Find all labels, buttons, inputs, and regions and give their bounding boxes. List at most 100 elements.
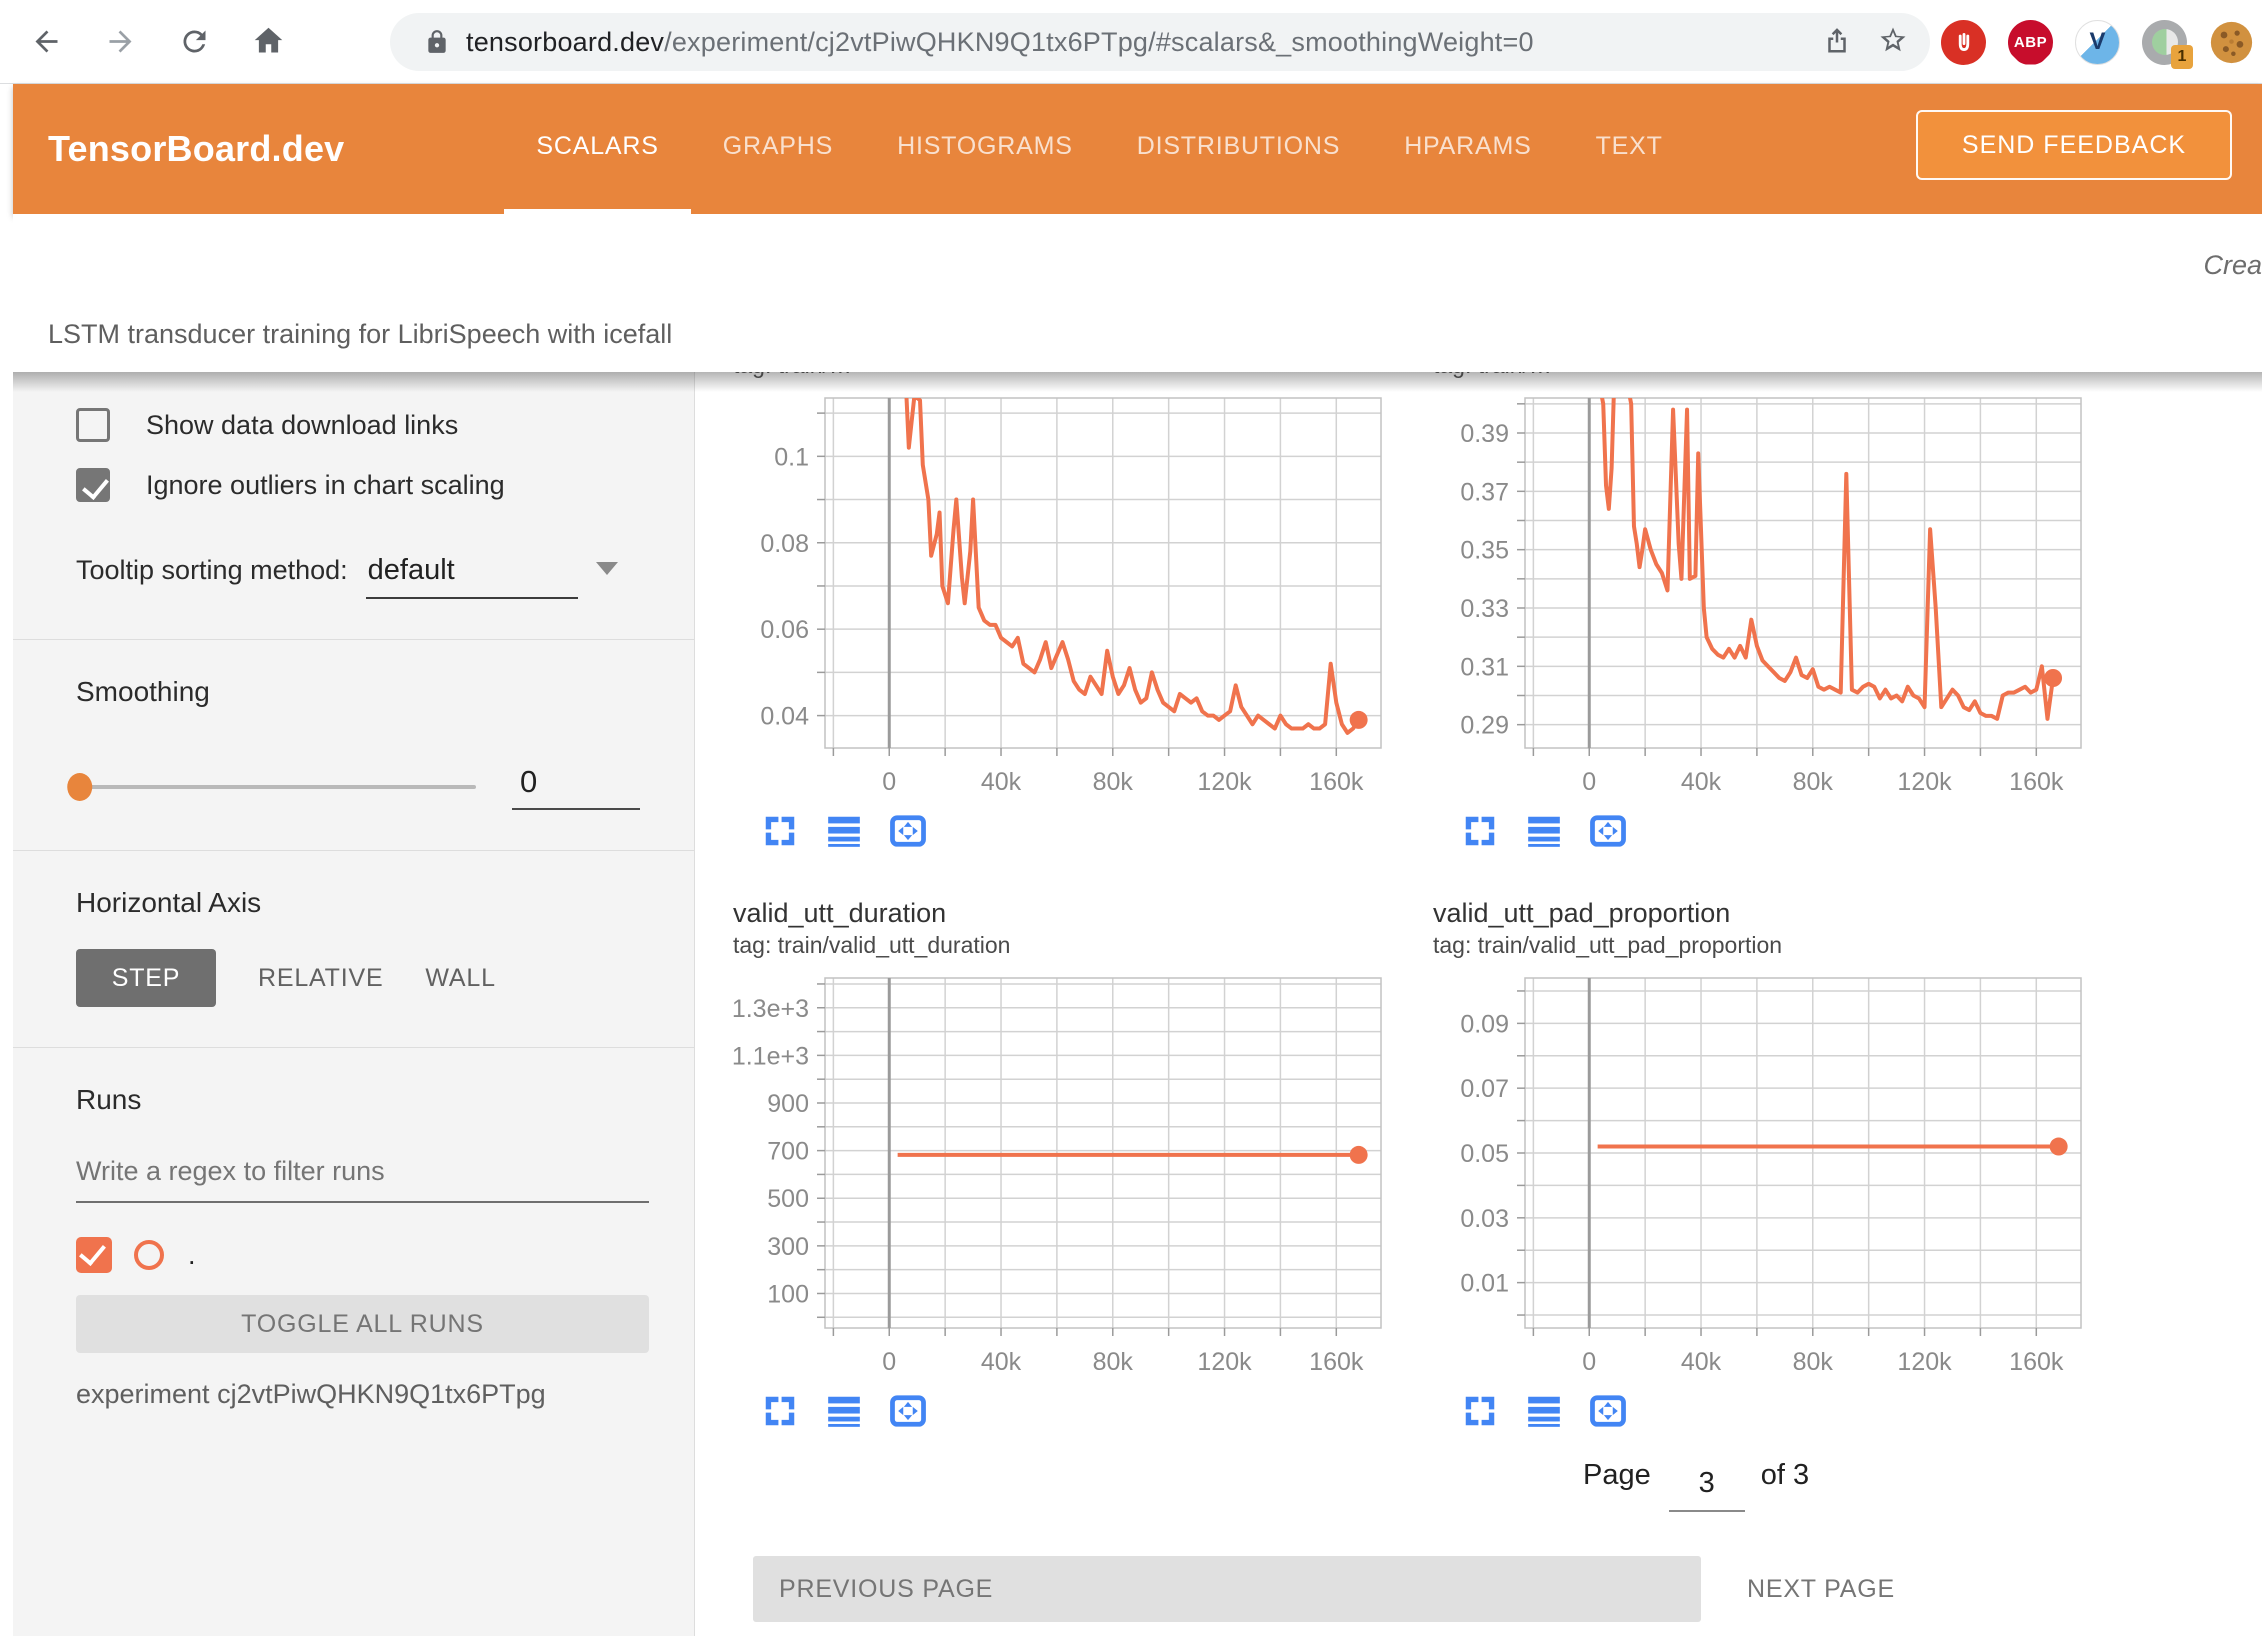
show-download-links-checkbox[interactable] — [76, 408, 110, 442]
runs-filter-input[interactable] — [76, 1156, 649, 1203]
reload-icon[interactable] — [166, 14, 222, 70]
svg-text:40k: 40k — [1681, 768, 1722, 796]
svg-text:120k: 120k — [1897, 768, 1952, 796]
line-chart[interactable]: 040k80k120k160k1003005007009001.1e+31.3e… — [733, 972, 1413, 1385]
forward-icon[interactable] — [92, 14, 148, 70]
tab-scalars[interactable]: SCALARS — [504, 84, 690, 214]
svg-text:120k: 120k — [1897, 1348, 1952, 1376]
ignore-outliers-checkbox[interactable] — [76, 468, 110, 502]
svg-text:0: 0 — [882, 768, 896, 796]
app-header: TensorBoard.dev SCALARS GRAPHS HISTOGRAM… — [13, 84, 2262, 214]
adblock-plus-extension-icon[interactable]: ABP — [2008, 20, 2053, 65]
stop-hand-extension-icon[interactable] — [1941, 20, 1986, 65]
log-scale-icon[interactable] — [1525, 812, 1563, 850]
smoothing-section: Smoothing 0 — [13, 640, 694, 851]
page-of-label: of 3 — [1761, 1459, 1809, 1492]
page-number-input[interactable]: 3 — [1669, 1467, 1745, 1512]
chart-tag: tag: train/… — [1433, 372, 2113, 382]
fit-domain-icon[interactable] — [1589, 812, 1627, 850]
screen: tensorboard.dev/experiment/cj2vtPiwQHKN9… — [0, 0, 2262, 1636]
svg-text:120k: 120k — [1197, 1348, 1252, 1376]
fullscreen-icon[interactable] — [1461, 1392, 1499, 1430]
main-nav: SCALARS GRAPHS HISTOGRAMS DISTRIBUTIONS … — [504, 84, 1694, 214]
smoothing-slider[interactable] — [76, 785, 476, 789]
horizontal-axis-label: Horizontal Axis — [76, 887, 649, 919]
chart-toolbar — [733, 809, 1413, 853]
svg-text:0.1: 0.1 — [774, 443, 809, 471]
ignore-outliers-row[interactable]: Ignore outliers in chart scaling — [76, 468, 649, 502]
svg-text:0.39: 0.39 — [1460, 420, 1509, 448]
svg-text:0.31: 0.31 — [1460, 653, 1509, 681]
share-icon[interactable] — [1822, 25, 1852, 60]
svg-text:0.33: 0.33 — [1460, 595, 1509, 623]
fit-domain-icon[interactable] — [889, 812, 927, 850]
fit-domain-icon[interactable] — [1589, 1392, 1627, 1430]
svg-text:0.06: 0.06 — [760, 616, 809, 644]
chart-toolbar — [1433, 1389, 2113, 1433]
log-scale-icon[interactable] — [1525, 1392, 1563, 1430]
svg-text:0.07: 0.07 — [1460, 1075, 1509, 1103]
send-feedback-button[interactable]: SEND FEEDBACK — [1916, 110, 2232, 180]
pagination: Page 3 of 3 PREVIOUS PAGE NEXT PAGE — [713, 1459, 2262, 1636]
tab-text[interactable]: TEXT — [1564, 84, 1695, 214]
svg-text:160k: 160k — [2009, 1348, 2064, 1376]
tab-hparams[interactable]: HPARAMS — [1372, 84, 1563, 214]
address-bar[interactable]: tensorboard.dev/experiment/cj2vtPiwQHKN9… — [390, 13, 1930, 71]
run-name: . — [188, 1240, 196, 1271]
chart-tag: tag: train/valid_utt_duration — [733, 932, 1413, 962]
svg-text:0.09: 0.09 — [1460, 1010, 1509, 1038]
page-label: Page — [1583, 1459, 1651, 1492]
home-icon[interactable] — [240, 14, 296, 70]
fullscreen-icon[interactable] — [761, 812, 799, 850]
fullscreen-icon[interactable] — [761, 1392, 799, 1430]
tab-graphs[interactable]: GRAPHS — [691, 84, 865, 214]
show-download-links-row[interactable]: Show data download links — [76, 408, 649, 442]
line-chart[interactable]: 040k80k120k160k0.290.310.330.350.370.39 — [1433, 392, 2113, 805]
experiment-name: experiment cj2vtPiwQHKN9Q1tx6PTpg — [76, 1379, 649, 1410]
log-scale-icon[interactable] — [825, 812, 863, 850]
fullscreen-icon[interactable] — [1461, 812, 1499, 850]
chart-card: valid_utt_pad_proportion tag: train/vali… — [1413, 898, 2113, 1433]
settings-sidebar: Show data download links Ignore outliers… — [13, 372, 694, 1636]
log-scale-icon[interactable] — [825, 1392, 863, 1430]
svg-text:0.08: 0.08 — [760, 530, 809, 558]
v-extension-icon[interactable]: V — [2075, 20, 2120, 65]
chart-card: valid_utt_duration tag: train/valid_utt_… — [713, 898, 1413, 1433]
previous-page-button[interactable]: PREVIOUS PAGE — [753, 1556, 1701, 1622]
line-chart[interactable]: 040k80k120k160k0.010.030.050.070.09 — [1433, 972, 2113, 1385]
axis-relative-button[interactable]: RELATIVE — [258, 964, 383, 993]
created-text-fragment: Crea — [2203, 250, 2262, 281]
toggle-all-runs-button[interactable]: TOGGLE ALL RUNS — [76, 1295, 649, 1353]
tooltip-sorting-select[interactable]: default — [366, 554, 578, 599]
url-path: /experiment/cj2vtPiwQHKN9Q1tx6PTpg/#scal… — [664, 27, 1534, 57]
tab-histograms[interactable]: HISTOGRAMS — [865, 84, 1105, 214]
next-page-button[interactable]: NEXT PAGE — [1747, 1575, 1895, 1604]
run-color-swatch — [134, 1240, 164, 1270]
privacy-extension-icon[interactable]: 1 — [2142, 20, 2187, 65]
cookie-extension-icon[interactable] — [2209, 20, 2254, 65]
tab-distributions[interactable]: DISTRIBUTIONS — [1105, 84, 1372, 214]
lock-icon[interactable] — [410, 29, 466, 55]
run-row[interactable]: . — [76, 1237, 649, 1273]
svg-text:0.29: 0.29 — [1460, 712, 1509, 740]
smoothing-value-input[interactable]: 0 — [512, 764, 640, 810]
runs-label: Runs — [76, 1084, 649, 1116]
chart-toolbar — [1433, 809, 2113, 853]
svg-text:0.37: 0.37 — [1460, 478, 1509, 506]
tooltip-sorting-row: Tooltip sorting method: default — [76, 554, 649, 599]
svg-text:0.03: 0.03 — [1460, 1205, 1509, 1233]
svg-text:0: 0 — [882, 1348, 896, 1376]
axis-wall-button[interactable]: WALL — [425, 964, 495, 993]
axis-step-button[interactable]: STEP — [76, 949, 216, 1007]
app-logo[interactable]: TensorBoard.dev — [48, 128, 344, 170]
svg-text:40k: 40k — [981, 1348, 1022, 1376]
smoothing-label: Smoothing — [76, 676, 649, 708]
bookmark-star-icon[interactable] — [1878, 25, 1908, 60]
run-checkbox[interactable] — [76, 1237, 112, 1273]
browser-toolbar: tensorboard.dev/experiment/cj2vtPiwQHKN9… — [0, 0, 2262, 84]
smoothing-slider-thumb[interactable] — [67, 773, 92, 801]
back-icon[interactable] — [18, 14, 74, 70]
line-chart[interactable]: 040k80k120k160k0.040.060.080.1 — [733, 392, 1413, 805]
url-text: tensorboard.dev/experiment/cj2vtPiwQHKN9… — [466, 27, 1534, 58]
fit-domain-icon[interactable] — [889, 1392, 927, 1430]
